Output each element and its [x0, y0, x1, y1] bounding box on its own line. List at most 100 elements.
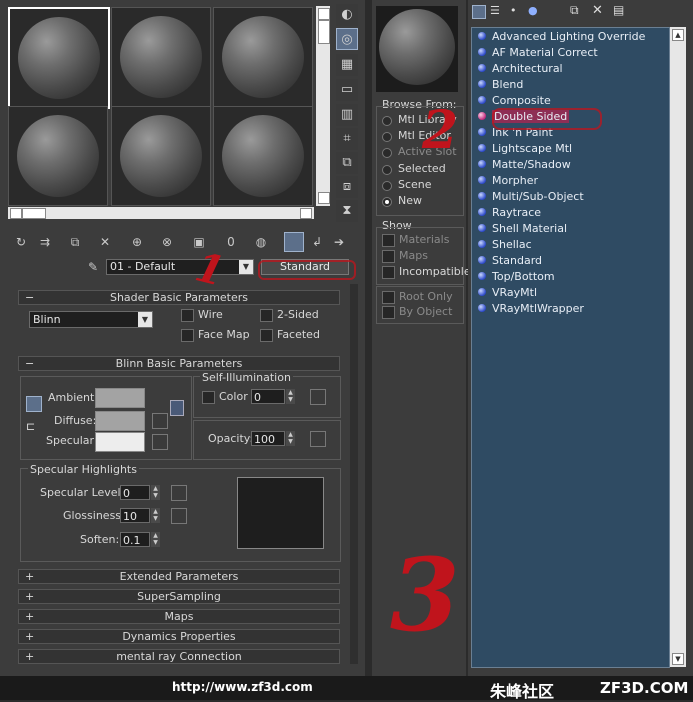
- put-to-scene-icon[interactable]: ⇉: [36, 233, 54, 251]
- go-to-parent-icon[interactable]: ↲: [308, 233, 326, 251]
- scroll-thumb[interactable]: [22, 208, 46, 219]
- chevron-down-icon[interactable]: ▼: [239, 260, 253, 274]
- specular-map-button[interactable]: [152, 434, 168, 450]
- show-end-result-icon[interactable]: [284, 232, 304, 252]
- maps-rollout[interactable]: + Maps: [18, 609, 340, 624]
- scroll-up-arrow-icon[interactable]: [318, 8, 330, 20]
- root-only-checkbox[interactable]: [382, 291, 395, 304]
- self-illum-color-checkbox[interactable]: [202, 391, 215, 404]
- list-item[interactable]: Top/Bottom: [478, 269, 555, 285]
- make-unique-icon[interactable]: ⊗: [158, 233, 176, 251]
- diffuse-map-button[interactable]: [152, 413, 168, 429]
- shader-dropdown[interactable]: Blinn ▼: [29, 311, 153, 328]
- scroll-left-arrow-icon[interactable]: [10, 208, 22, 219]
- specular-level-map-button[interactable]: [171, 485, 187, 501]
- opacity-spinner[interactable]: ▲ ▼: [286, 431, 295, 446]
- show-incompatible-checkbox[interactable]: [382, 266, 395, 279]
- scroll-down-arrow-icon[interactable]: ▼: [672, 653, 684, 665]
- assign-to-selection-icon[interactable]: ⧉: [66, 233, 84, 251]
- face-map-checkbox[interactable]: [181, 329, 194, 342]
- sample-slot-5[interactable]: [111, 106, 211, 206]
- copy-material-icon[interactable]: ⊕: [128, 233, 146, 251]
- list-item[interactable]: VRayMtlWrapper: [478, 301, 584, 317]
- sample-type-icon[interactable]: ◐: [336, 4, 358, 26]
- specular-level-spinner[interactable]: ▲ ▼: [151, 485, 160, 500]
- supersampling-rollout[interactable]: + SuperSampling: [18, 589, 340, 604]
- list-item[interactable]: Morpher: [478, 173, 538, 189]
- list-item[interactable]: Matte/Shadow: [478, 157, 571, 173]
- specular-level-field[interactable]: 0: [120, 485, 150, 500]
- view-list-icon[interactable]: [472, 5, 486, 19]
- get-material-icon[interactable]: ↻: [12, 233, 30, 251]
- soften-field[interactable]: 0.1: [120, 532, 150, 547]
- scroll-thumb[interactable]: [318, 20, 330, 44]
- list-item[interactable]: Advanced Lighting Override: [478, 29, 645, 45]
- material-map-navigator-icon[interactable]: ⧗: [336, 200, 358, 222]
- pick-material-eyedropper-icon[interactable]: ✎: [84, 258, 102, 276]
- blinn-rollout-header[interactable]: − Blinn Basic Parameters: [18, 356, 340, 371]
- background-checker-icon[interactable]: ▦: [336, 54, 358, 76]
- soften-spinner[interactable]: ▲ ▼: [151, 532, 160, 547]
- scroll-up-arrow-icon[interactable]: ▲: [672, 29, 684, 41]
- options-icon[interactable]: ⧉: [336, 152, 358, 174]
- sample-slot-1[interactable]: [8, 7, 110, 109]
- self-illum-map-button[interactable]: [310, 389, 326, 405]
- material-name-field[interactable]: 01 - Default ▼: [106, 259, 254, 275]
- dynamics-properties-rollout[interactable]: + Dynamics Properties: [18, 629, 340, 644]
- radio-active-slot[interactable]: [382, 148, 392, 158]
- glossiness-field[interactable]: 10: [120, 508, 150, 523]
- update-scene-materials-icon[interactable]: ⧉: [570, 3, 586, 19]
- by-object-checkbox[interactable]: [382, 306, 395, 319]
- view-large-icons-icon[interactable]: ●: [528, 4, 542, 18]
- sample-uv-tiling-icon[interactable]: ▭: [336, 79, 358, 101]
- list-item[interactable]: Standard: [478, 253, 542, 269]
- clear-material-library-icon[interactable]: ▤: [613, 3, 629, 19]
- list-item[interactable]: Blend: [478, 77, 523, 93]
- glossiness-spinner[interactable]: ▲ ▼: [151, 508, 160, 523]
- opacity-map-button[interactable]: [310, 431, 326, 447]
- show-maps-checkbox[interactable]: [382, 250, 395, 263]
- make-preview-icon[interactable]: ⌗: [336, 128, 358, 150]
- list-item[interactable]: VRayMtl: [478, 285, 537, 301]
- parameters-scrollbar[interactable]: [350, 284, 358, 664]
- faceted-checkbox[interactable]: [260, 329, 273, 342]
- show-materials-checkbox[interactable]: [382, 234, 395, 247]
- self-illum-spinner[interactable]: ▲ ▼: [286, 389, 295, 404]
- list-item[interactable]: Lightscape Mtl: [478, 141, 572, 157]
- extended-parameters-rollout[interactable]: + Extended Parameters: [18, 569, 340, 584]
- sample-slot-6[interactable]: [213, 106, 313, 206]
- scroll-right-arrow-icon[interactable]: [300, 208, 312, 219]
- diffuse-color-swatch[interactable]: [95, 411, 145, 431]
- glossiness-map-button[interactable]: [171, 508, 187, 524]
- show-map-in-viewport-icon[interactable]: ◍: [252, 233, 270, 251]
- backlight-icon[interactable]: ◎: [336, 28, 358, 50]
- specular-color-swatch[interactable]: [95, 432, 145, 452]
- two-sided-checkbox[interactable]: [260, 309, 273, 322]
- select-by-material-icon[interactable]: ⧈: [336, 176, 358, 198]
- radio-scene[interactable]: [382, 181, 392, 191]
- sample-slot-2[interactable]: [111, 7, 211, 107]
- radio-selected[interactable]: [382, 165, 392, 175]
- chevron-down-icon[interactable]: ▼: [138, 312, 152, 327]
- sample-slot-4[interactable]: [8, 106, 108, 206]
- shader-rollout-header[interactable]: − Shader Basic Parameters: [18, 290, 340, 305]
- slots-vertical-scrollbar[interactable]: [316, 6, 330, 206]
- list-item[interactable]: Shell Material: [478, 221, 567, 237]
- list-item[interactable]: Architectural: [478, 61, 563, 77]
- opacity-value-field[interactable]: 100: [251, 431, 285, 446]
- self-illum-value-field[interactable]: 0: [251, 389, 285, 404]
- list-item[interactable]: Composite: [478, 93, 551, 109]
- lock-diffuse-specular-icon[interactable]: ⊏: [26, 420, 42, 436]
- scroll-down-arrow-icon[interactable]: [318, 192, 330, 204]
- view-list-icons-icon[interactable]: ☰: [490, 4, 504, 18]
- go-forward-to-sibling-icon[interactable]: ➔: [330, 233, 348, 251]
- sample-slot-3[interactable]: [213, 7, 313, 107]
- reset-material-icon[interactable]: ✕: [96, 233, 114, 251]
- radio-mtl-editor[interactable]: [382, 132, 392, 142]
- list-scrollbar[interactable]: ▲ ▼: [670, 27, 686, 667]
- slots-horizontal-scrollbar[interactable]: [8, 207, 314, 219]
- list-item[interactable]: Shellac: [478, 237, 532, 253]
- footer-url[interactable]: http://www.zf3d.com: [172, 680, 313, 694]
- lock-ambient-diffuse-icon[interactable]: [26, 396, 42, 412]
- mental-ray-connection-rollout[interactable]: + mental ray Connection: [18, 649, 340, 664]
